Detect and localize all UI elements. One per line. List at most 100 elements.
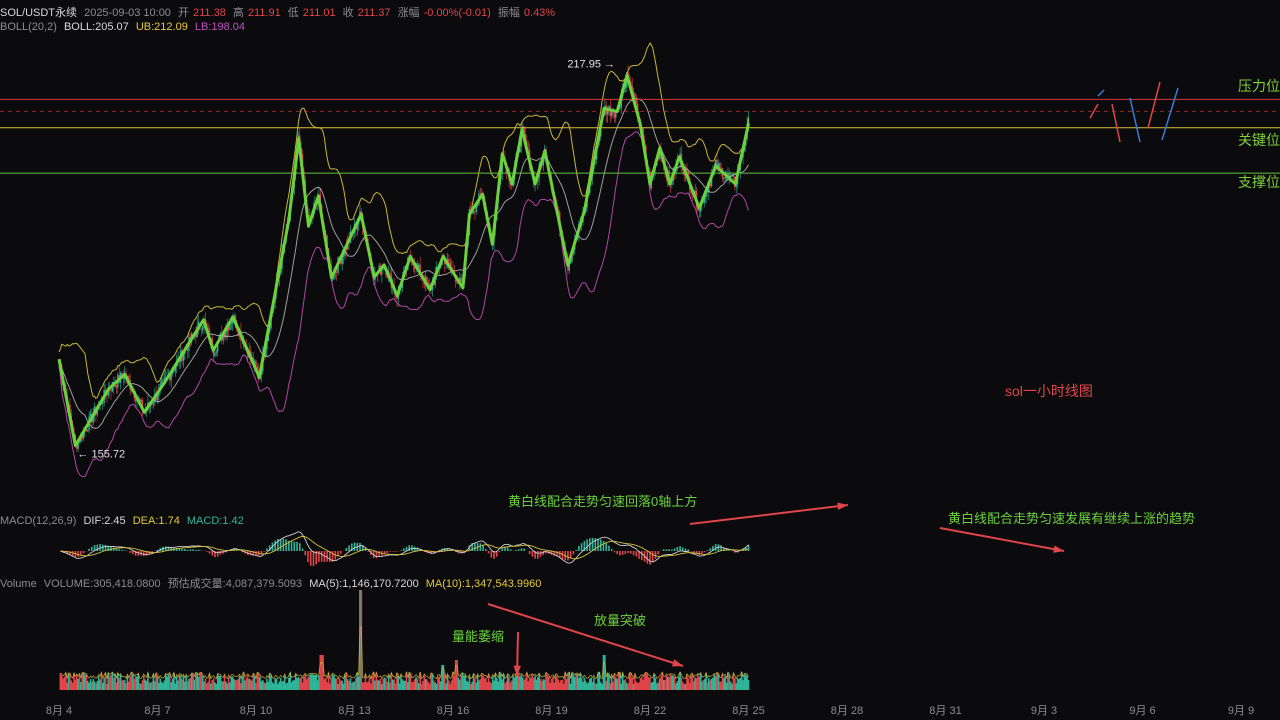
candle-body <box>448 259 450 263</box>
macd-histogram-bar <box>728 550 731 551</box>
volume-bar <box>223 675 226 690</box>
volume-bar <box>114 674 116 690</box>
candle-body <box>162 379 164 381</box>
volume-bar <box>642 679 644 690</box>
volume-bar <box>654 677 657 690</box>
volume-bar <box>479 679 482 690</box>
volume-bar <box>557 679 560 690</box>
macd-note-2: 黄白线配合走势匀速发展有继续上涨的趋势 <box>948 511 1196 526</box>
candle-body <box>152 402 155 405</box>
volume-bar <box>346 679 349 690</box>
volume-bar <box>417 683 420 690</box>
volume-bar <box>530 677 532 690</box>
volume-bar <box>589 678 591 690</box>
volume-bar <box>175 676 178 690</box>
macd-histogram-bar <box>498 551 501 553</box>
volume-bar <box>296 678 298 690</box>
candle-body <box>479 193 482 195</box>
macd-histogram-bar <box>703 551 706 553</box>
volume-bar <box>364 674 367 690</box>
candle-body <box>173 371 175 373</box>
datetime-label: 2025-09-03 10:00 <box>84 7 171 19</box>
macd-histogram-bar <box>506 547 509 551</box>
volume-bar <box>193 679 196 690</box>
volume-bar <box>509 682 512 690</box>
forecast-stroke <box>1147 81 1161 129</box>
volume-bar <box>253 675 256 690</box>
volume-bar <box>290 682 293 690</box>
volume-bar <box>739 677 742 690</box>
volume-bar <box>690 675 692 690</box>
macd-dif-value: DIF:2.45 <box>83 515 126 527</box>
volume-bar <box>513 677 516 690</box>
macd-histogram-bar <box>684 548 687 551</box>
amplitude-label: 振幅 <box>497 7 520 19</box>
volume-bar <box>200 672 203 690</box>
volume-bar <box>606 673 609 690</box>
macd-histogram-bar <box>528 551 531 555</box>
low-label: 低 <box>287 7 299 19</box>
volume-bar <box>210 683 212 690</box>
macd-histogram-bar <box>359 542 361 551</box>
volume-bar <box>688 682 691 690</box>
volume-bar <box>519 676 521 690</box>
candle-body <box>215 351 218 353</box>
volume-bar <box>219 676 222 690</box>
macd-histogram-bar <box>326 551 328 562</box>
volume-bar <box>617 672 620 690</box>
volume-bar <box>720 681 722 690</box>
volume-bar <box>531 674 534 690</box>
boll-header: BOLL(20,2) BOLL:205.07 UB:212.09 LB:198.… <box>0 21 249 33</box>
volume-bar <box>471 681 473 690</box>
volume-bar <box>584 681 587 690</box>
volume-bar <box>331 674 334 690</box>
volume-bar <box>538 674 540 690</box>
volume-bar <box>679 672 681 690</box>
volume-bar <box>580 677 583 690</box>
volume-bar <box>595 683 598 690</box>
volume-bar <box>743 674 746 690</box>
x-tick-label: 9月 3 <box>1030 705 1058 717</box>
volume-bar <box>118 677 120 690</box>
volume-bar <box>511 680 513 690</box>
macd-histogram-bar <box>602 540 605 551</box>
volume-bar <box>125 683 127 690</box>
volume-bar <box>203 681 205 690</box>
volume-bar <box>245 677 248 690</box>
volume-bar <box>491 676 494 690</box>
volume-bar <box>563 683 565 690</box>
volume-bar <box>190 673 193 690</box>
volume-bar <box>108 676 111 690</box>
macd-histogram-bar <box>197 549 200 551</box>
close-label: 收 <box>342 7 354 19</box>
volume-bar <box>167 674 170 690</box>
volume-bar <box>383 677 386 690</box>
volume-bar <box>742 680 744 690</box>
volume-bar <box>459 679 461 690</box>
macd-histogram-bar <box>605 542 608 551</box>
volume-bar <box>277 683 279 690</box>
macd-histogram-bar <box>567 551 569 561</box>
volume-bar <box>95 683 97 690</box>
volume-bar <box>747 680 750 690</box>
volume-bar <box>701 681 703 690</box>
volume-bar <box>723 677 725 690</box>
macd-histogram-bar <box>307 551 309 563</box>
volume-bar <box>478 680 480 690</box>
macd-histogram-bar <box>132 551 134 555</box>
volume-bar <box>575 673 577 690</box>
volume-bar <box>335 678 338 690</box>
volume-bar <box>494 673 497 690</box>
macd-histogram-bar <box>290 541 293 551</box>
candle-body <box>115 385 118 388</box>
volume-bar <box>355 677 357 690</box>
volume-bar <box>368 676 371 690</box>
volume-bar <box>385 678 387 690</box>
x-tick-label: 8月 13 <box>338 705 371 717</box>
volume-bar <box>66 682 69 690</box>
macd-histogram-bar <box>575 549 577 551</box>
volume-bar <box>122 679 125 690</box>
volume-bar <box>126 675 129 690</box>
volume-bar <box>515 674 517 690</box>
volume-bar <box>374 680 376 690</box>
